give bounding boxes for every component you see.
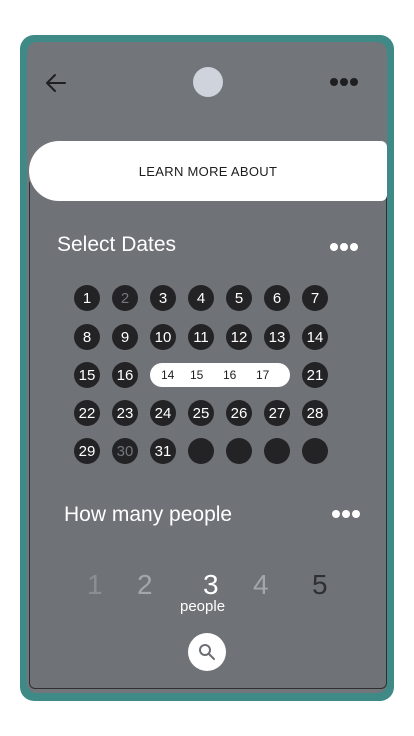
calendar-day[interactable]: 23	[112, 400, 138, 426]
empty-day-cell[interactable]	[226, 438, 252, 464]
calendar-day[interactable]: 25	[188, 400, 214, 426]
range-day[interactable]: 14	[161, 368, 174, 382]
calendar-day[interactable]: 29	[74, 438, 100, 464]
more-dots-icon[interactable]	[330, 78, 358, 86]
people-unit-label: people	[180, 598, 226, 615]
empty-day-cell[interactable]	[302, 438, 328, 464]
people-option[interactable]: 1	[87, 569, 103, 601]
people-option-selected[interactable]: 3	[203, 569, 219, 601]
people-option[interactable]: 5	[312, 569, 328, 601]
calendar-day[interactable]: 15	[74, 362, 100, 388]
calendar-day[interactable]: 3	[150, 285, 176, 311]
calendar-day[interactable]: 22	[74, 400, 100, 426]
range-day[interactable]: 16	[223, 368, 236, 382]
avatar[interactable]	[193, 67, 223, 97]
empty-day-cell[interactable]	[188, 438, 214, 464]
app-screen: LEARN MORE ABOUT Select Dates 1234567891…	[27, 42, 387, 693]
calendar-day[interactable]: 7	[302, 285, 328, 311]
calendar-day[interactable]: 8	[74, 324, 100, 350]
learn-more-label: LEARN MORE ABOUT	[138, 163, 278, 179]
calendar-day[interactable]: 9	[112, 324, 138, 350]
learn-more-banner[interactable]: LEARN MORE ABOUT	[29, 141, 387, 201]
back-arrow-icon[interactable]	[43, 70, 69, 96]
people-option[interactable]: 4	[253, 569, 269, 601]
calendar-day[interactable]: 5	[226, 285, 252, 311]
calendar-day[interactable]: 30	[112, 438, 138, 464]
calendar-day[interactable]: 21	[302, 362, 328, 388]
select-dates-title: Select Dates	[57, 233, 177, 256]
dates-more-icon[interactable]	[330, 243, 358, 251]
calendar-day[interactable]: 28	[302, 400, 328, 426]
calendar-day[interactable]: 26	[226, 400, 252, 426]
people-title: How many people	[64, 503, 233, 526]
calendar-day[interactable]: 31	[150, 438, 176, 464]
range-day[interactable]: 17	[256, 368, 269, 382]
calendar-day[interactable]: 14	[302, 324, 328, 350]
empty-day-cell[interactable]	[264, 438, 290, 464]
people-option[interactable]: 2	[137, 569, 153, 601]
calendar-day[interactable]: 6	[264, 285, 290, 311]
calendar-day[interactable]: 4	[188, 285, 214, 311]
calendar-day[interactable]: 10	[150, 324, 176, 350]
search-button[interactable]	[188, 633, 226, 671]
range-day[interactable]: 15	[190, 368, 203, 382]
calendar-day[interactable]: 13	[264, 324, 290, 350]
search-icon	[199, 644, 215, 660]
calendar-day[interactable]: 11	[188, 324, 214, 350]
calendar-day[interactable]: 16	[112, 362, 138, 388]
selected-date-range[interactable]: 14 15 16 17	[150, 363, 290, 387]
calendar-day[interactable]: 1	[74, 285, 100, 311]
calendar-day[interactable]: 12	[226, 324, 252, 350]
people-more-icon[interactable]	[332, 510, 360, 518]
calendar-day[interactable]: 27	[264, 400, 290, 426]
calendar-day[interactable]: 24	[150, 400, 176, 426]
calendar-day[interactable]: 2	[112, 285, 138, 311]
